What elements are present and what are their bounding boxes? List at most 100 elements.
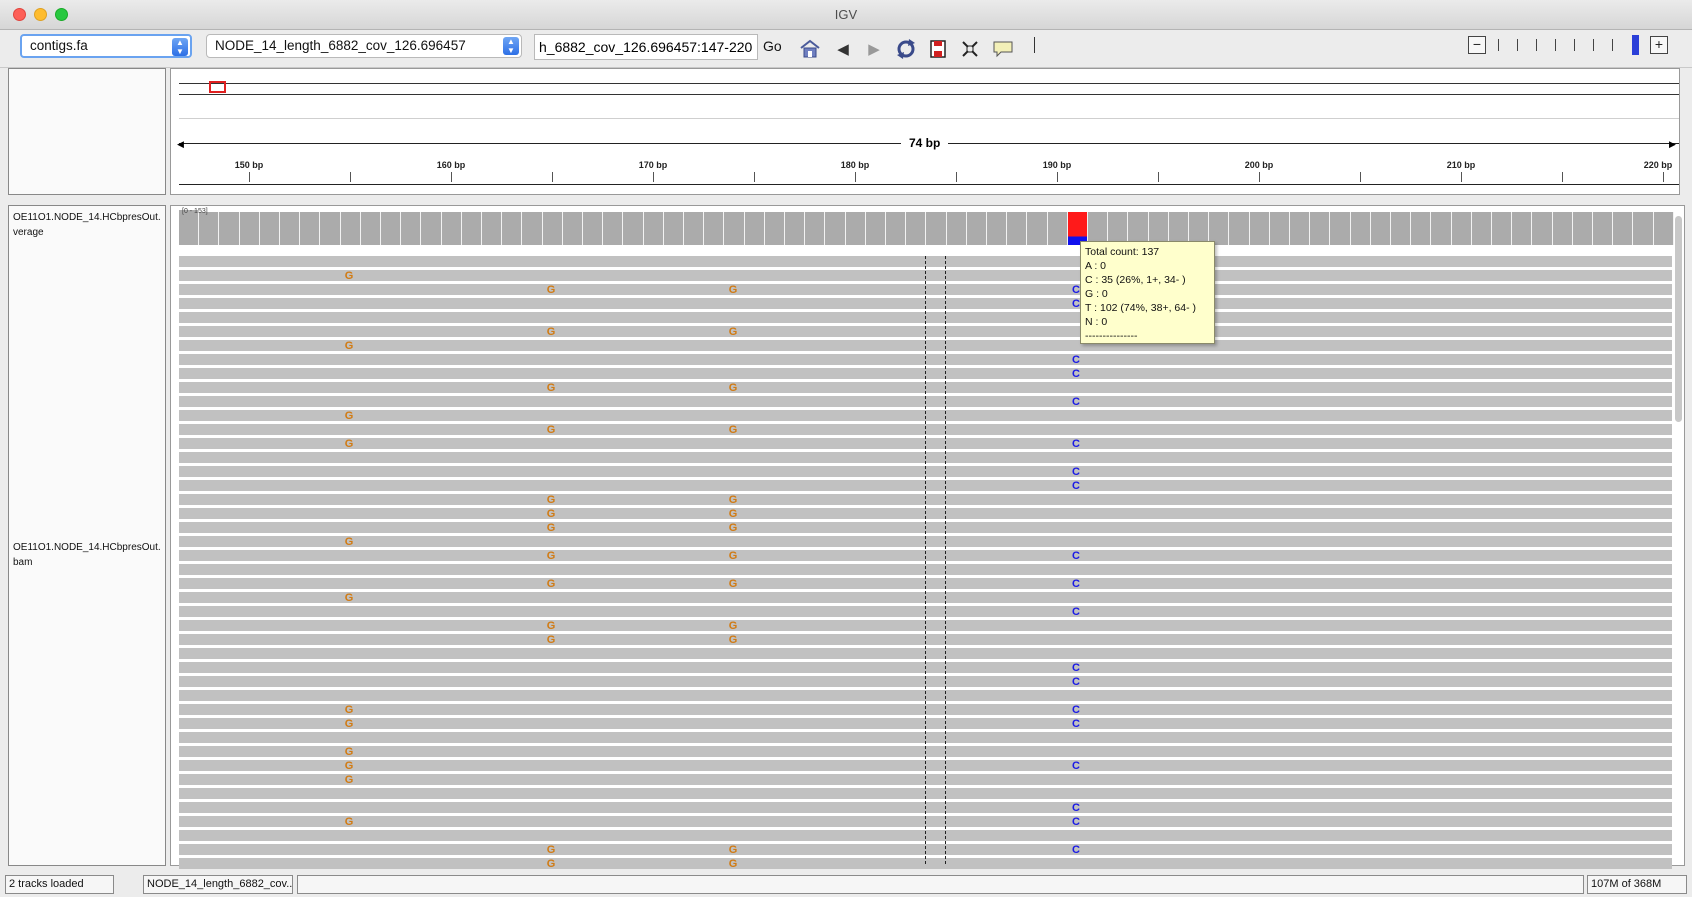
coverage-bar[interactable] (300, 212, 321, 245)
back-icon[interactable]: ◀ (832, 38, 854, 60)
coverage-bar[interactable] (239, 212, 260, 245)
coverage-bar[interactable] (825, 212, 846, 245)
mismatch-base-g: G (546, 550, 556, 562)
coverage-bar[interactable] (360, 212, 381, 245)
coverage-bar[interactable] (1572, 212, 1593, 245)
zoom-tick[interactable] (1555, 39, 1556, 51)
coverage-bar[interactable] (643, 212, 664, 245)
roi-icon[interactable] (927, 38, 949, 60)
mismatch-base-c: C (1072, 438, 1080, 450)
coverage-bar[interactable] (1269, 212, 1290, 245)
zoom-tick[interactable] (1612, 39, 1613, 51)
coverage-bar[interactable] (401, 212, 422, 245)
zoom-in-button[interactable]: + (1650, 36, 1668, 54)
alignment-track-name-line1: OE11O1.NODE_14.HCbpresOut. (13, 542, 161, 553)
zoom-tick[interactable] (1574, 39, 1575, 51)
coverage-bar[interactable] (1370, 212, 1391, 245)
coverage-bar[interactable] (1512, 212, 1533, 245)
coverage-bar[interactable] (259, 212, 280, 245)
coverage-bar[interactable] (1552, 212, 1573, 245)
coverage-bar[interactable] (441, 212, 462, 245)
coverage-bar[interactable] (340, 212, 361, 245)
zoom-out-button[interactable]: − (1468, 36, 1486, 54)
coverage-bar[interactable] (542, 212, 563, 245)
ruler-tick-label: 160 bp (436, 160, 466, 170)
coverage-bar[interactable] (381, 212, 402, 245)
coverage-bar[interactable] (1027, 212, 1048, 245)
chromosome-dropdown[interactable]: NODE_14_length_6882_cov_126.696457 ▲ ▼ (206, 34, 522, 58)
zoom-slider-handle[interactable] (1632, 35, 1639, 55)
coverage-bar[interactable] (1411, 212, 1432, 245)
coverage-bar[interactable] (724, 212, 745, 245)
coverage-bar[interactable] (583, 212, 604, 245)
coverage-bar[interactable] (199, 212, 220, 245)
coverage-bar[interactable] (461, 212, 482, 245)
zoom-tick[interactable] (1517, 39, 1518, 51)
dropdown-arrows-icon: ▲ ▼ (172, 38, 188, 56)
coverage-bar[interactable] (1431, 212, 1452, 245)
mismatch-base-g: G (728, 578, 738, 590)
coverage-bar[interactable] (886, 212, 907, 245)
coverage-bar[interactable] (1492, 212, 1513, 245)
coverage-bar[interactable] (1330, 212, 1351, 245)
locus-search-input[interactable]: h_6882_cov_126.696457:147-220 (534, 34, 758, 60)
coverage-bar[interactable] (1350, 212, 1371, 245)
forward-icon[interactable]: ▶ (863, 38, 885, 60)
coverage-bar[interactable] (320, 212, 341, 245)
coverage-bar[interactable] (865, 212, 886, 245)
coverage-bar[interactable] (482, 212, 503, 245)
coverage-bar[interactable] (1229, 212, 1250, 245)
fit-window-icon[interactable] (959, 38, 981, 60)
coverage-bar[interactable] (906, 212, 927, 245)
coverage-bar[interactable] (1047, 212, 1068, 245)
zoom-tick[interactable] (1536, 39, 1537, 51)
vertical-scrollbar[interactable] (1675, 216, 1682, 422)
coverage-bar[interactable] (845, 212, 866, 245)
zoom-tick[interactable] (1593, 39, 1594, 51)
coverage-bar[interactable] (179, 210, 200, 245)
coverage-bar[interactable] (966, 212, 987, 245)
mismatch-base-g: G (728, 326, 738, 338)
coverage-bar[interactable] (1249, 212, 1270, 245)
coverage-bar[interactable] (663, 212, 684, 245)
coverage-bar[interactable] (1633, 212, 1654, 245)
tooltip-g-count: G : 0 (1085, 288, 1108, 300)
coverage-bar[interactable] (1451, 212, 1472, 245)
coverage-bar[interactable] (1653, 212, 1674, 245)
coverage-bar[interactable] (522, 212, 543, 245)
coverage-bar[interactable] (987, 212, 1008, 245)
coverage-bar[interactable] (926, 212, 947, 245)
refresh-icon[interactable] (895, 38, 917, 60)
coverage-bar[interactable] (421, 212, 442, 245)
coverage-bar[interactable] (1613, 212, 1634, 245)
coverage-bar[interactable] (562, 212, 583, 245)
coverage-bar[interactable] (1471, 212, 1492, 245)
genome-dropdown[interactable]: contigs.fa ▲ ▼ (20, 34, 192, 58)
coverage-bar[interactable] (785, 212, 806, 245)
zoom-tick[interactable] (1498, 39, 1499, 51)
chromosome-ideogram[interactable] (179, 83, 1679, 95)
coverage-bar[interactable] (744, 212, 765, 245)
coverage-bar[interactable] (684, 212, 705, 245)
coverage-bar[interactable] (1532, 212, 1553, 245)
right-arrow-icon: ▶ (1669, 139, 1676, 149)
coverage-bar[interactable] (1391, 212, 1412, 245)
coverage-bar[interactable] (1290, 212, 1311, 245)
coverage-bar[interactable] (280, 212, 301, 245)
coverage-bar[interactable] (704, 212, 725, 245)
alignment-track-name[interactable]: OE11O1.NODE_14.HCbpresOut. bam (13, 540, 161, 570)
coverage-bar[interactable] (502, 212, 523, 245)
popup-info-icon[interactable] (992, 38, 1014, 60)
coverage-bar[interactable] (623, 212, 644, 245)
coverage-bar[interactable] (1007, 212, 1028, 245)
coverage-bar[interactable] (603, 212, 624, 245)
coverage-track-name[interactable]: OE11O1.NODE_14.HCbpresOut. verage (13, 210, 161, 240)
coverage-bar[interactable] (764, 212, 785, 245)
coverage-bar[interactable] (1593, 212, 1614, 245)
home-icon[interactable] (799, 38, 821, 60)
coverage-bar[interactable] (805, 212, 826, 245)
coverage-bar[interactable] (946, 212, 967, 245)
coverage-bar[interactable] (1310, 212, 1331, 245)
go-button[interactable]: Go (763, 38, 782, 54)
coverage-bar[interactable] (219, 212, 240, 245)
